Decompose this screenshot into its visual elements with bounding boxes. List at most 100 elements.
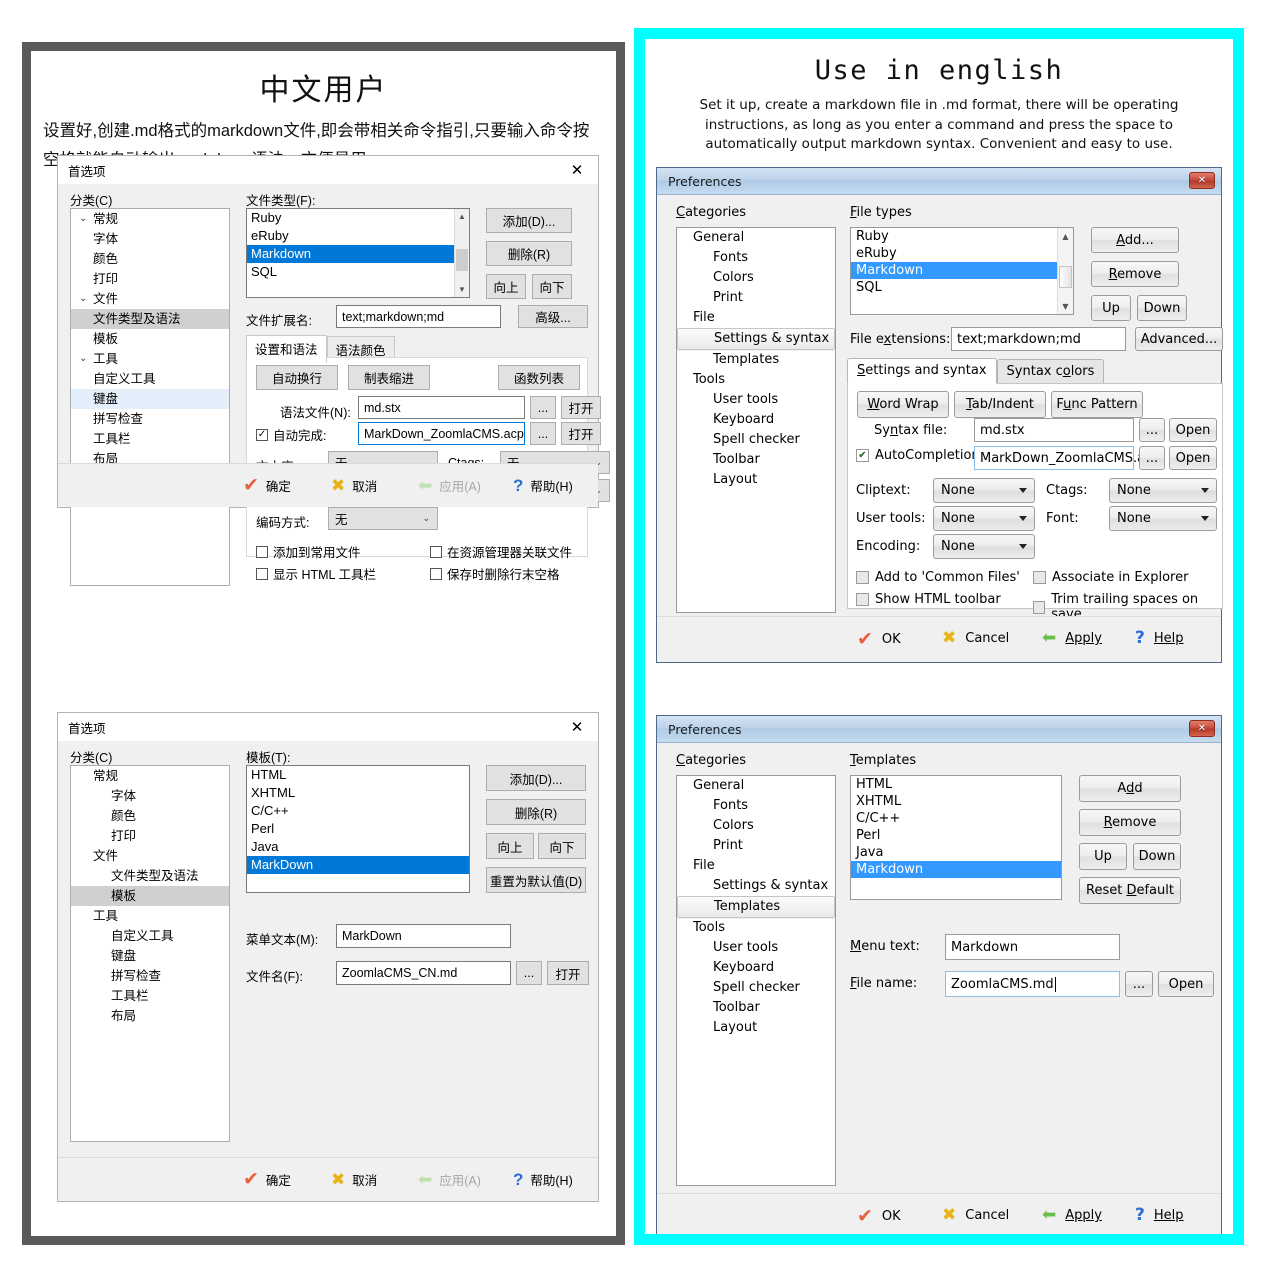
syntax-file-input[interactable]: md.stx bbox=[358, 396, 525, 419]
filename-open-button[interactable]: Open bbox=[1158, 971, 1214, 997]
help-button[interactable]: ? Help bbox=[1135, 1207, 1184, 1224]
templates-list[interactable]: HTML XHTML C/C++ Perl Java MarkDown bbox=[246, 765, 470, 893]
filename-browse-button[interactable]: ... bbox=[516, 961, 542, 985]
help-button[interactable]: ? 帮助(H) bbox=[513, 476, 573, 495]
tree-item-selected[interactable]: 模板 bbox=[71, 886, 229, 906]
remove-button[interactable]: RemoveRemove bbox=[1079, 809, 1181, 836]
tree-item[interactable]: 拼写检查 bbox=[71, 409, 229, 429]
trim-trailing-spaces-checkbox[interactable]: 保存时删除行末空格 bbox=[430, 564, 560, 583]
tree-item[interactable]: 拼写检查 bbox=[71, 966, 229, 986]
preferences-dialog-cn-syntax[interactable]: 首选项 ✕ 分类(C) ⌄ 常规 字体 颜色 打印 ⌄ 文件 文件类型及语法 模板 … bbox=[57, 155, 610, 586]
tree-item[interactable]: 工具栏 bbox=[71, 986, 229, 1006]
tree-item[interactable]: Keyboard bbox=[677, 958, 835, 978]
show-html-toolbar-checkbox[interactable]: 显示 HTML 工具栏 bbox=[256, 564, 376, 583]
advanced-button[interactable]: Advanced... bbox=[1135, 327, 1223, 351]
list-item[interactable]: Perl bbox=[851, 827, 1061, 844]
list-item[interactable]: XHTML bbox=[851, 793, 1061, 810]
down-button[interactable]: Down bbox=[1137, 295, 1187, 321]
tree-item[interactable]: ⌄ 文件 bbox=[71, 289, 229, 309]
cancel-button[interactable]: ✖ 取消 bbox=[331, 1170, 377, 1189]
list-item[interactable]: Ruby bbox=[851, 228, 1073, 245]
categories-tree[interactable]: General Fonts Colors Print File Settings… bbox=[676, 775, 836, 1186]
list-item-selected[interactable]: MarkDown bbox=[247, 856, 469, 874]
menutext-input[interactable]: Markdown bbox=[945, 934, 1120, 960]
tree-item[interactable]: 工具栏 bbox=[71, 429, 229, 449]
scrollbar[interactable]: ▲ ▼ bbox=[454, 209, 469, 297]
list-item-selected[interactable]: Markdown bbox=[851, 262, 1073, 279]
tree-item[interactable]: Layout bbox=[677, 1018, 835, 1038]
remove-button[interactable]: RemoveRemove bbox=[1091, 261, 1179, 287]
add-button[interactable]: 添加(D)... bbox=[486, 765, 586, 791]
tree-item[interactable]: Templates bbox=[677, 350, 835, 370]
remove-button[interactable]: 删除(R) bbox=[486, 799, 586, 825]
associate-explorer-checkbox[interactable]: 在资源管理器关联文件 bbox=[430, 542, 572, 561]
tab-indent-button[interactable]: Tab/IndentTab/Indent bbox=[954, 391, 1046, 418]
list-item-selected[interactable]: Markdown bbox=[247, 245, 469, 263]
tree-item[interactable]: 自定义工具 bbox=[71, 369, 229, 389]
encoding-select[interactable]: 无 ⌄ bbox=[328, 507, 438, 530]
close-icon[interactable]: ✕ bbox=[1189, 720, 1215, 737]
tree-item[interactable]: Print bbox=[677, 288, 835, 308]
list-item[interactable]: Java bbox=[247, 838, 469, 856]
list-item-selected[interactable]: Markdown bbox=[851, 861, 1061, 878]
tree-item[interactable]: Print bbox=[677, 836, 835, 856]
down-button[interactable]: Down bbox=[1133, 843, 1181, 870]
preferences-dialog-en-templates[interactable]: Preferences ✕ CategoriesCategories Gener… bbox=[656, 715, 1222, 1234]
tree-item[interactable]: 文件 bbox=[71, 846, 229, 866]
tree-item[interactable]: User tools bbox=[677, 938, 835, 958]
tab-settings-syntax[interactable]: 设置和语法 bbox=[246, 335, 327, 363]
categories-tree[interactable]: General Fonts Colors Print File Settings… bbox=[676, 227, 836, 613]
scrollbar-thumb[interactable] bbox=[1059, 266, 1072, 288]
tree-item[interactable]: File bbox=[677, 856, 835, 876]
tab-strip[interactable]: Settings and syntaxSettings and syntax S… bbox=[847, 358, 1105, 384]
add-common-files-checkbox[interactable]: Add to 'Common Files' bbox=[856, 570, 1020, 585]
autocompletion-checkbox[interactable]: ✓ 自动完成: bbox=[256, 425, 326, 444]
tree-item[interactable]: 颜色 bbox=[71, 806, 229, 826]
cancel-button[interactable]: ✖ Cancel bbox=[942, 1207, 1009, 1224]
categories-tree[interactable]: 常规 字体 颜色 打印 文件 文件类型及语法 模板 工具 自定义工具 键盘 拼写… bbox=[70, 765, 230, 1142]
filename-open-button[interactable]: 打开 bbox=[547, 961, 589, 985]
autocompletion-open-button[interactable]: 打开 bbox=[561, 422, 601, 445]
reset-default-button[interactable]: Reset DefaultReset Default bbox=[1079, 877, 1181, 904]
syntax-file-open-button[interactable]: 打开 bbox=[561, 396, 601, 419]
tree-item[interactable]: 打印 bbox=[71, 826, 229, 846]
apply-button[interactable]: ⬅ Apply bbox=[1042, 630, 1102, 647]
tree-item[interactable]: 键盘 bbox=[71, 946, 229, 966]
list-item[interactable]: XHTML bbox=[247, 784, 469, 802]
tree-item[interactable]: Tools bbox=[677, 370, 835, 390]
tree-item-selected[interactable]: Templates bbox=[677, 896, 835, 918]
cliptext-select[interactable]: None bbox=[933, 478, 1035, 503]
tree-item[interactable]: ⌄ 工具 bbox=[71, 349, 229, 369]
scroll-up-icon[interactable]: ▲ bbox=[455, 209, 469, 224]
autocompletion-open-button[interactable]: Open bbox=[1169, 446, 1217, 470]
categories-tree[interactable]: ⌄ 常规 字体 颜色 打印 ⌄ 文件 文件类型及语法 模板 ⌄ 工具 自定义工具 键盘… bbox=[70, 208, 230, 586]
add-button[interactable]: 添加(D)... bbox=[486, 208, 572, 233]
filetypes-list[interactable]: Ruby eRuby Markdown SQL ▲ ▼ bbox=[246, 208, 470, 298]
preferences-dialog-cn-templates[interactable]: 首选项 ✕ 分类(C) 常规 字体 颜色 打印 文件 文件类型及语法 模板 工具… bbox=[57, 712, 599, 1202]
down-button[interactable]: 向下 bbox=[538, 833, 586, 859]
autocompletion-input[interactable]: MarkDown_ZoomlaCMS.acp bbox=[358, 422, 525, 445]
list-item[interactable]: C/C++ bbox=[851, 810, 1061, 827]
word-wrap-button[interactable]: 自动换行 bbox=[256, 365, 338, 390]
scroll-up-icon[interactable]: ▲ bbox=[1058, 228, 1073, 244]
tree-item[interactable]: Toolbar bbox=[677, 998, 835, 1018]
filetypes-list[interactable]: Ruby eRuby Markdown SQL ▲ ▼ bbox=[850, 227, 1074, 315]
list-item[interactable]: Java bbox=[851, 844, 1061, 861]
list-item[interactable]: SQL bbox=[247, 263, 469, 281]
extensions-input[interactable]: text;markdown;md bbox=[951, 327, 1126, 351]
tree-item[interactable]: Tools bbox=[677, 918, 835, 938]
tree-item[interactable]: Spell checker bbox=[677, 978, 835, 998]
tree-item[interactable]: 打印 bbox=[71, 269, 229, 289]
scroll-down-icon[interactable]: ▼ bbox=[1058, 298, 1073, 314]
tree-item[interactable]: 自定义工具 bbox=[71, 926, 229, 946]
scroll-down-icon[interactable]: ▼ bbox=[455, 282, 469, 297]
up-button[interactable]: Up bbox=[1091, 295, 1131, 321]
advanced-button[interactable]: 高级... bbox=[518, 305, 588, 328]
ok-button[interactable]: ✔ OK bbox=[857, 1207, 901, 1226]
tab-indent-button[interactable]: 制表缩进 bbox=[348, 365, 430, 390]
tree-item[interactable]: Spell checker bbox=[677, 430, 835, 450]
ok-button[interactable]: ✔ OK bbox=[857, 630, 901, 649]
show-html-toolbar-checkbox[interactable]: Show HTML toolbar bbox=[856, 592, 1001, 607]
ok-button[interactable]: ✔ 确定 bbox=[243, 1170, 291, 1189]
apply-button[interactable]: ⬅ 应用(A) bbox=[418, 476, 481, 495]
